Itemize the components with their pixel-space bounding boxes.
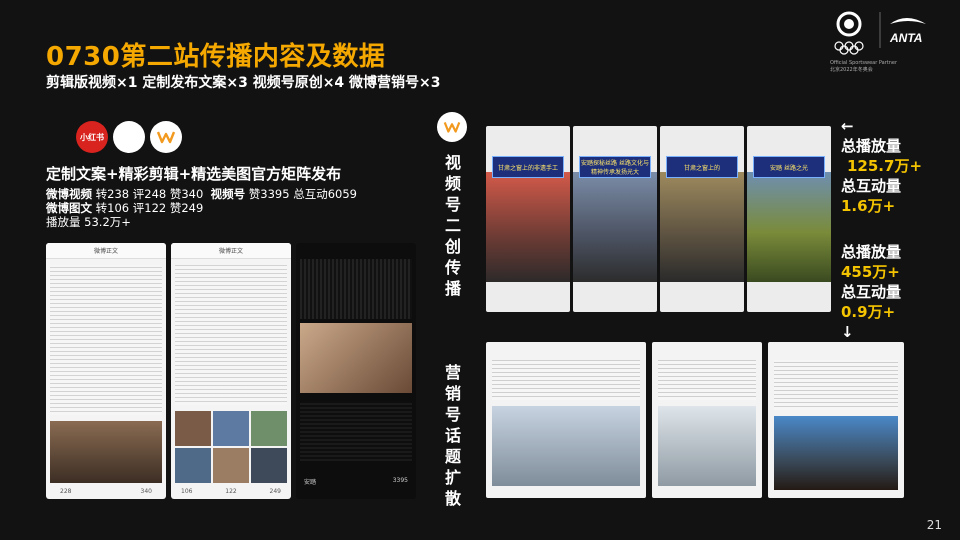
video-banner: 安踏探秘丝路 丝路文化与精神传承发扬光大 — [579, 156, 651, 178]
account-name: 安踏 — [304, 479, 317, 486]
anta-logo-icon: ANTA — [879, 12, 926, 48]
stat-label: 微博视频 — [46, 187, 92, 201]
brand-logos: ANTA Official Sportswear Partner 北京2022年… — [830, 8, 940, 73]
stat-values: 赞3395 总互动6059 — [248, 187, 357, 201]
arrow-left-icon: ← — [841, 117, 854, 135]
logo-caption-cn: 北京2022年冬奥会 — [830, 67, 873, 73]
play-value: 125.7万+ — [847, 157, 923, 175]
wechat-channels-icon — [150, 121, 182, 153]
interact-value: 1.6万+ — [841, 197, 896, 215]
weibo-image-screenshot: 微博正文 106 122 249 — [171, 243, 291, 499]
repost-count: 106 — [181, 488, 193, 495]
like-count: 3395 — [392, 477, 408, 484]
wechat-channels-icon — [437, 112, 467, 142]
stat-values: 播放量 53.2万+ — [46, 215, 131, 229]
page-subtitle: 剪辑版视频×1 定制发布文案×3 视频号原创×4 微博营销号×3 — [46, 75, 441, 91]
interact-value: 0.9万+ — [841, 303, 896, 321]
play-interaction-stats-top: ← 总播放量 125.7万+ 总互动量 1.6万+ — [841, 116, 922, 216]
play-label: 总播放量 — [841, 137, 902, 155]
play-interaction-stats-bottom: 总播放量 455万+ 总互动量 0.9万+ ↓ — [841, 242, 901, 342]
video-thumbnail: 甘肃之窗上的 — [660, 126, 744, 312]
matrix-heading: 定制文案+精彩剪辑+精选美图官方矩阵发布 — [46, 165, 342, 183]
video-banner: 安踏 丝路之光 — [753, 156, 825, 178]
arrow-down-icon: ↓ — [841, 323, 854, 341]
xiaohongshu-icon: 小红书 — [76, 121, 108, 153]
page-title: 0730第二站传播内容及数据 — [46, 42, 386, 72]
marketing-post-screenshot — [768, 342, 904, 498]
video-banner: 甘肃之窗上的 — [666, 156, 738, 178]
marketing-post-screenshot — [486, 342, 646, 498]
video-thumbnail: 甘肃之窗上的非遗手工 — [486, 126, 570, 312]
phone-header: 微博正文 — [171, 243, 291, 259]
page-number: 21 — [926, 518, 942, 532]
weibo-video-screenshot: 微博正文 228 340 — [46, 243, 166, 499]
video-thumbnail: 安踏探秘丝路 丝路文化与精神传承发扬光大 — [573, 126, 657, 312]
play-value: 455万+ — [841, 263, 900, 281]
matrix-stats: 微博视频 转238 评248 赞340 视频号 赞3395 总互动6059 微博… — [46, 187, 357, 229]
channels-video-screenshot: 安踏 3395 — [296, 243, 416, 499]
play-label: 总播放量 — [841, 243, 902, 261]
olympic-emblem-icon — [834, 11, 864, 55]
section-label-video-channel: 视频号二创传播 — [444, 153, 461, 298]
video-thumbnail: 安踏 丝路之光 — [747, 126, 831, 312]
tiktok-icon — [113, 121, 145, 153]
stat-label: 微博图文 — [46, 201, 92, 215]
interact-label: 总互动量 — [841, 283, 902, 301]
like-count: 249 — [269, 488, 281, 495]
anta-wordmark: ANTA — [889, 31, 922, 45]
stat-values: 转238 评248 赞340 — [95, 187, 204, 201]
stat-label: 视频号 — [210, 187, 246, 201]
platform-icons: 小红书 — [76, 121, 182, 153]
section-label-marketing: 营销号话题扩散 — [444, 363, 461, 508]
comment-count: 122 — [225, 488, 237, 495]
like-count: 340 — [140, 488, 152, 495]
phone-header: 微博正文 — [46, 243, 166, 259]
repost-count: 228 — [60, 488, 72, 495]
marketing-post-screenshot — [652, 342, 762, 498]
video-banner: 甘肃之窗上的非遗手工 — [492, 156, 564, 178]
stat-values: 转106 评122 赞249 — [95, 201, 204, 215]
interact-label: 总互动量 — [841, 177, 902, 195]
